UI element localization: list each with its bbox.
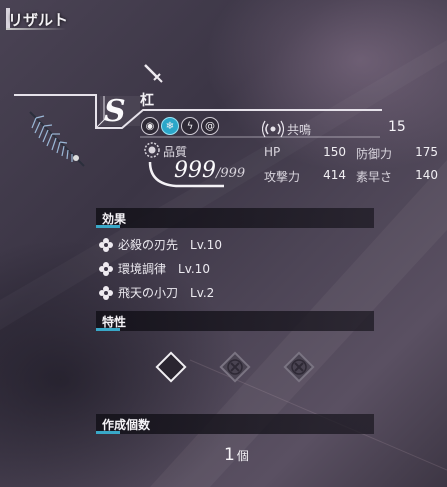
resonance-icon [262,120,284,138]
weapon-rank: S [104,94,126,129]
flower-icon [99,237,113,252]
stat-value-defense: 175 [415,145,438,159]
quality-value: 999 [174,158,216,183]
section-accent [96,328,120,331]
stat-label-speed: 素早さ [356,170,393,184]
effect-level: Lv.10 [190,237,222,252]
trait-slot-locked[interactable] [218,350,252,384]
effect-level: Lv.10 [178,261,210,276]
fire-icon: ◉ [141,117,159,135]
trait-slot-locked[interactable] [282,350,316,384]
stat-value-speed: 140 [415,168,438,182]
craft-count: 1個 [224,445,249,465]
stat-label-hp: HP [264,145,281,159]
effects-header: 効果 [96,208,374,228]
wind-icon: @ [201,117,219,135]
craft-count-value: 1 [224,445,235,465]
effect-name: 環境調律 [118,262,167,276]
effect-item[interactable]: 必殺の刃先 Lv.10 [98,236,222,253]
weapon-image [29,111,85,167]
weapon-name: 杠 [140,93,154,109]
craft-count-unit: 個 [236,449,249,463]
stat-value-attack: 414 [323,168,346,182]
stat-label-defense: 防御力 [356,147,393,161]
effect-name: 必殺の刃先 [118,238,179,252]
stat-label-attack: 攻撃力 [264,170,301,184]
sword-icon [144,64,163,83]
traits-header: 特性 [96,311,374,331]
effect-item[interactable]: 環境調律 Lv.10 [98,260,210,277]
quality-max: /999 [216,166,246,181]
element-icons: ◉ ❄ ϟ @ [141,117,219,135]
quality-icon [144,142,160,158]
effect-item[interactable]: 飛天の小刀 Lv.2 [98,284,214,301]
thunder-icon: ϟ [181,117,199,135]
resonance-value: 15 [388,119,406,135]
flower-icon [99,285,113,300]
effect-level: Lv.2 [190,285,215,300]
ice-icon: ❄ [161,117,179,135]
effect-name: 飛天の小刀 [118,286,179,300]
flower-icon [99,261,113,276]
section-accent [96,225,120,228]
stat-value-hp: 150 [323,145,346,159]
resonance-label: 共鳴 [287,123,312,137]
craft-count-header: 作成個数 [96,414,374,434]
trait-slot-empty[interactable] [154,350,188,384]
section-accent [96,431,120,434]
